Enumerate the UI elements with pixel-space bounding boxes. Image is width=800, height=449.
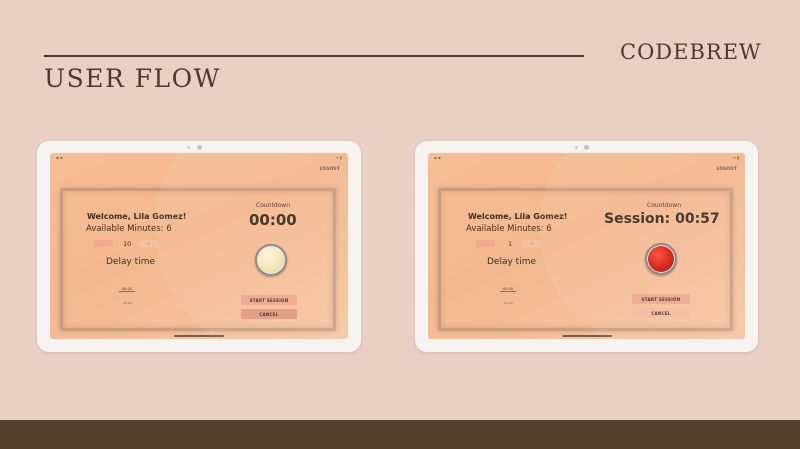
available-minutes: Available Minutes: 6 — [466, 224, 552, 234]
header-rule — [44, 55, 584, 57]
status-bar-icons: ▾ ▮ — [336, 155, 342, 160]
stepper-value: 1 — [508, 240, 513, 248]
available-minutes: Available Minutes: 6 — [86, 224, 172, 234]
increment-button[interactable]: + — [522, 240, 541, 247]
camera-icon — [584, 145, 589, 150]
increment-button[interactable]: + — [139, 240, 158, 247]
tablet-mockup-idle: ▪ ▪ ▾ ▮ LOGOUT Welcome, Lila Gomez! Avai… — [37, 141, 361, 352]
countdown-label: Countdown — [256, 202, 291, 209]
status-bar-left-icon: ▪ ▪ — [434, 155, 441, 160]
slide-title: USER FLOW — [44, 64, 221, 93]
status-bar-icons: ▾ ▮ — [733, 155, 739, 160]
sensor-dot — [187, 146, 190, 149]
sensor-dot — [575, 146, 578, 149]
start-session-button[interactable]: START SESSION — [632, 294, 690, 304]
delay-time-hint: 00:00 — [504, 301, 513, 305]
delay-time-input[interactable] — [500, 287, 516, 292]
app-screen: ▪ ▪ ▾ ▮ LOGOUT Welcome, Lila Gomez! Avai… — [50, 153, 348, 339]
countdown-time: 00:00 — [249, 211, 297, 229]
status-bar-left-icon: ▪ ▪ — [56, 155, 63, 160]
countdown-label: Countdown — [647, 202, 682, 209]
camera-icon — [197, 145, 202, 150]
welcome-text: Welcome, Lila Gomez! — [87, 212, 187, 221]
app-screen: ▪ ▪ ▾ ▮ LOGOUT Welcome, Lila Gomez! Avai… — [428, 153, 745, 339]
record-button[interactable] — [645, 243, 677, 275]
delay-time-label: Delay time — [487, 257, 537, 267]
decrement-button[interactable]: - — [94, 240, 113, 247]
footer-bar — [0, 420, 800, 449]
logout-button[interactable]: LOGOUT — [320, 166, 340, 171]
delay-time-input[interactable] — [119, 287, 135, 292]
stepper-value: 10 — [123, 240, 132, 248]
record-button[interactable] — [255, 244, 287, 276]
home-indicator — [561, 335, 612, 337]
start-session-button[interactable]: START SESSION — [241, 295, 297, 305]
delay-time-label: Delay time — [106, 257, 156, 267]
countdown-time: Session: 00:57 — [604, 211, 720, 227]
welcome-text: Welcome, Lila Gomez! — [468, 212, 568, 221]
cancel-button[interactable]: CANCEL — [241, 309, 297, 319]
cancel-button[interactable]: CANCEL — [632, 308, 690, 318]
delay-time-hint: 00:00 — [123, 301, 132, 305]
decrement-button[interactable]: - — [476, 240, 495, 247]
home-indicator — [174, 335, 224, 337]
brand-logo: CODEBREW — [620, 40, 762, 64]
tablet-mockup-active: ▪ ▪ ▾ ▮ LOGOUT Welcome, Lila Gomez! Avai… — [415, 141, 758, 352]
logout-button[interactable]: LOGOUT — [717, 166, 737, 171]
